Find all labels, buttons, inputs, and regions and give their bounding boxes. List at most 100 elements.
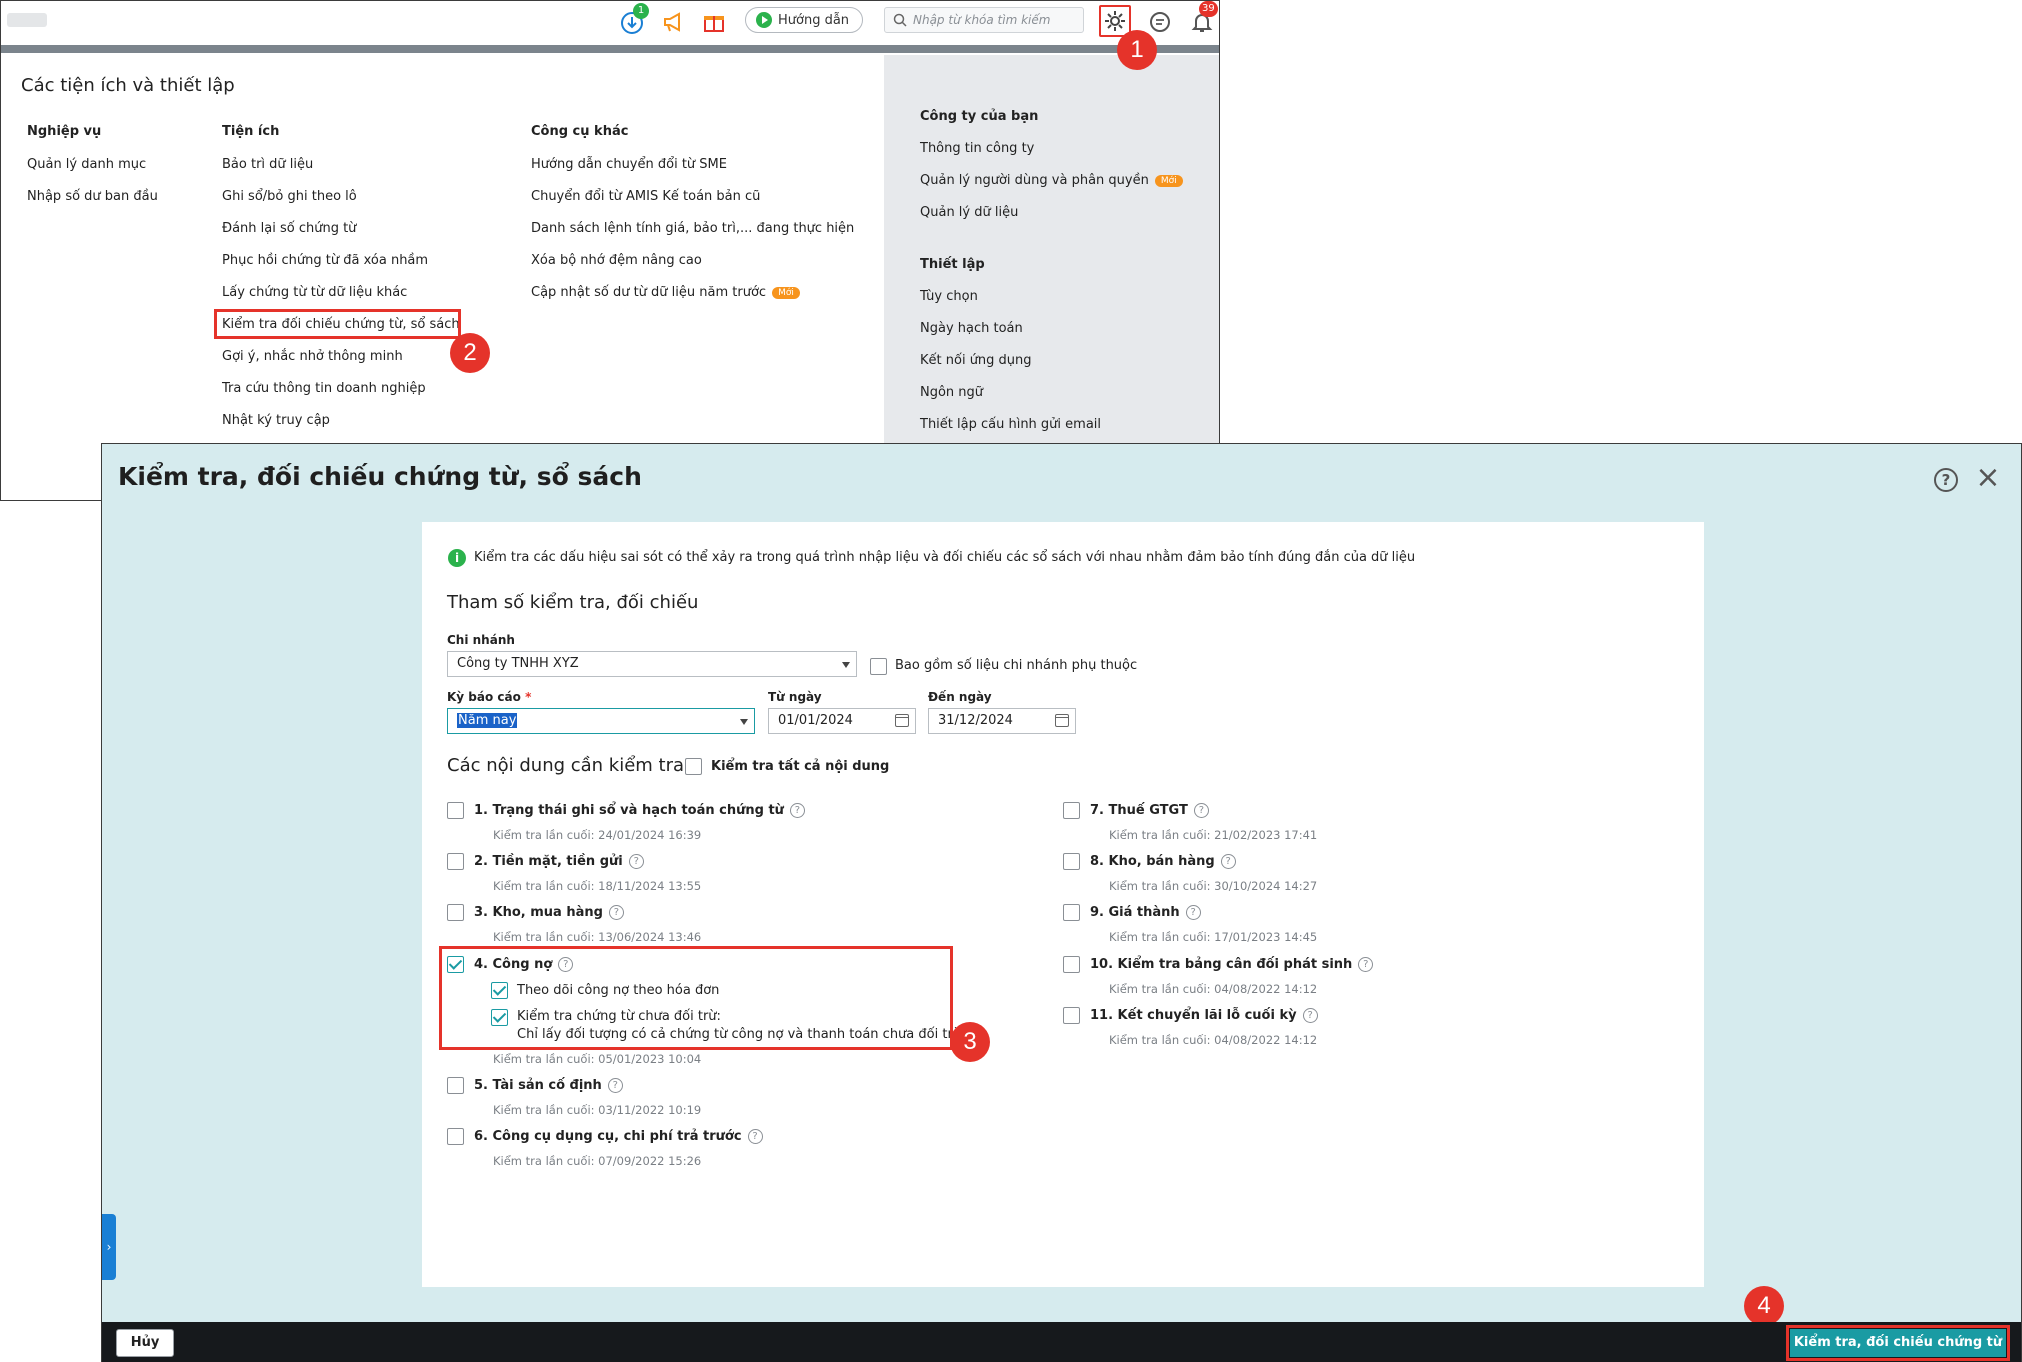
step-badge-2: 2 bbox=[450, 333, 490, 373]
calendar-icon[interactable] bbox=[1055, 714, 1069, 727]
item-checkbox-3[interactable] bbox=[447, 904, 464, 921]
from-date-input[interactable]: 01/01/2024 bbox=[768, 708, 916, 734]
column-heading-nghiep-vu: Nghiệp vụ bbox=[27, 124, 102, 139]
item-label-8: 8. Kho, bán hàng? bbox=[1090, 854, 1236, 869]
to-date-input[interactable]: 31/12/2024 bbox=[928, 708, 1076, 734]
item-label-1: 1. Trạng thái ghi sổ và hạch toán chứng … bbox=[474, 803, 805, 818]
notification-badge: 39 bbox=[1199, 1, 1218, 17]
check-reconcile-button[interactable]: Kiểm tra, đối chiếu chứng từ bbox=[1786, 1325, 2010, 1361]
item-checkbox-1[interactable] bbox=[447, 802, 464, 819]
item-label-10: 10. Kiểm tra bảng cân đối phát sinh? bbox=[1090, 957, 1374, 972]
menu-item[interactable]: Kết nối ứng dụng bbox=[920, 353, 1032, 368]
item-label-2: 2. Tiền mặt, tiền gửi? bbox=[474, 854, 644, 869]
last-check-6: Kiểm tra lần cuối: 07/09/2022 15:26 bbox=[493, 1154, 702, 1168]
item-label-5: 5. Tài sản cố định? bbox=[474, 1078, 623, 1093]
dialog-content: i Kiểm tra các dấu hiệu sai sót có thể x… bbox=[422, 522, 1704, 1287]
content-heading: Các nội dung cần kiểm tra bbox=[447, 755, 685, 776]
panel-title: Các tiện ích và thiết lập bbox=[21, 75, 235, 96]
app-logo bbox=[7, 13, 47, 27]
menu-item[interactable]: Ghi sổ/bỏ ghi theo lô bbox=[222, 189, 357, 204]
menu-item[interactable]: Quản lý danh mục bbox=[27, 157, 146, 172]
menu-item[interactable]: Cập nhật số dư từ dữ liệu năm trước Mới bbox=[531, 285, 800, 300]
calendar-icon[interactable] bbox=[895, 714, 909, 727]
settings-menu-window: 1 Hướng dẫn Nhập từ khóa tìm kiếm 39 Các… bbox=[0, 0, 1220, 501]
new-badge: Mới bbox=[772, 286, 800, 299]
item-checkbox-8[interactable] bbox=[1063, 853, 1080, 870]
help-icon[interactable]: ? bbox=[1193, 803, 1209, 818]
menu-item[interactable]: Ngôn ngữ bbox=[920, 385, 983, 400]
gear-icon bbox=[1105, 11, 1125, 31]
menu-item[interactable]: Danh sách lệnh tính giá, bảo trì,... đan… bbox=[531, 221, 854, 236]
period-value: Năm nay bbox=[457, 713, 518, 728]
menu-item[interactable]: Bảo trì dữ liệu bbox=[222, 157, 313, 172]
top-toolbar: 1 Hướng dẫn Nhập từ khóa tìm kiếm 39 bbox=[1, 1, 1219, 45]
item-checkbox-6[interactable] bbox=[447, 1128, 464, 1145]
item-checkbox-10[interactable] bbox=[1063, 956, 1080, 973]
item-checkbox-7[interactable] bbox=[1063, 802, 1080, 819]
help-icon[interactable]: ? bbox=[1358, 957, 1374, 972]
menu-item[interactable]: Tùy chọn bbox=[920, 289, 978, 304]
branch-select[interactable]: Công ty TNHH XYZ bbox=[447, 651, 857, 677]
search-input[interactable]: Nhập từ khóa tìm kiếm bbox=[884, 7, 1084, 33]
menu-item[interactable]: Thông tin công ty bbox=[920, 141, 1034, 156]
step-badge-4: 4 bbox=[1744, 1286, 1784, 1326]
menu-item[interactable]: Hướng dẫn chuyển đổi từ SME bbox=[531, 157, 727, 172]
branch-label: Chi nhánh bbox=[447, 633, 515, 647]
menu-item-label: Cập nhật số dư từ dữ liệu năm trước bbox=[531, 285, 767, 300]
menu-item[interactable]: Quản lý người dùng và phân quyền Mới bbox=[920, 173, 1183, 188]
side-expand-tab[interactable]: › bbox=[102, 1214, 116, 1280]
period-label: Kỳ báo cáo * bbox=[447, 690, 532, 704]
help-icon[interactable]: ? bbox=[628, 854, 644, 869]
download-badge: 1 bbox=[633, 3, 649, 19]
menu-item[interactable]: Xóa bộ nhớ đệm nâng cao bbox=[531, 253, 702, 268]
cancel-button[interactable]: Hủy bbox=[116, 1329, 174, 1357]
menu-item[interactable]: Nhật ký truy cập bbox=[222, 413, 330, 428]
item-checkbox-5[interactable] bbox=[447, 1077, 464, 1094]
info-icon: i bbox=[448, 549, 466, 567]
megaphone-icon[interactable] bbox=[661, 9, 687, 35]
menu-item[interactable]: Đánh lại số chứng từ bbox=[222, 221, 356, 236]
menu-item[interactable]: Ngày hạch toán bbox=[920, 321, 1023, 336]
item-label-7: 7. Thuế GTGT? bbox=[1090, 803, 1209, 818]
highlight-box-step-2 bbox=[214, 309, 461, 339]
download-icon[interactable]: 1 bbox=[619, 3, 649, 35]
guide-button[interactable]: Hướng dẫn bbox=[745, 7, 863, 33]
chevron-down-icon bbox=[740, 719, 748, 725]
to-date-label: Đến ngày bbox=[928, 690, 992, 704]
bell-icon[interactable]: 39 bbox=[1189, 1, 1218, 35]
item-checkbox-2[interactable] bbox=[447, 853, 464, 870]
params-heading: Tham số kiểm tra, đối chiếu bbox=[447, 592, 699, 613]
step-badge-1: 1 bbox=[1117, 30, 1157, 70]
help-icon[interactable]: ? bbox=[607, 1078, 623, 1093]
menu-item[interactable]: Thiết lập cấu hình gửi email bbox=[920, 417, 1101, 432]
help-icon[interactable]: ? bbox=[608, 905, 624, 920]
menu-item[interactable]: Nhập số dư ban đầu bbox=[27, 189, 158, 204]
help-icon[interactable]: ? bbox=[1302, 1008, 1318, 1023]
include-sub-branch-label: Bao gồm số liệu chi nhánh phụ thuộc bbox=[895, 658, 1138, 673]
search-icon bbox=[893, 13, 907, 27]
last-check-8: Kiểm tra lần cuối: 30/10/2024 14:27 bbox=[1109, 879, 1318, 893]
menu-item[interactable]: Quản lý dữ liệu bbox=[920, 205, 1018, 220]
menu-item[interactable]: Gợi ý, nhắc nhở thông minh bbox=[222, 349, 403, 364]
close-icon[interactable]: × bbox=[1974, 463, 2002, 493]
menu-item[interactable]: Lấy chứng từ từ dữ liệu khác bbox=[222, 285, 407, 300]
new-badge: Mới bbox=[1154, 174, 1183, 187]
menu-item[interactable]: Phục hồi chứng từ đã xóa nhầm bbox=[222, 253, 428, 268]
menu-item[interactable]: Tra cứu thông tin doanh nghiệp bbox=[222, 381, 426, 396]
help-icon[interactable]: ? bbox=[747, 1129, 763, 1144]
help-icon[interactable]: ? bbox=[789, 803, 805, 818]
item-label-3: 3. Kho, mua hàng? bbox=[474, 905, 624, 920]
settings-right-column: Công ty của bạn Thông tin công ty Quản l… bbox=[884, 55, 1219, 500]
menu-item[interactable]: Chuyển đổi từ AMIS Kế toán bản cũ bbox=[531, 189, 760, 204]
item-checkbox-9[interactable] bbox=[1063, 904, 1080, 921]
include-sub-branch-checkbox[interactable] bbox=[870, 658, 887, 675]
gift-icon[interactable] bbox=[701, 9, 727, 35]
check-all-checkbox[interactable] bbox=[685, 758, 702, 775]
chat-icon[interactable] bbox=[1147, 9, 1173, 35]
item-checkbox-11[interactable] bbox=[1063, 1007, 1080, 1024]
help-icon[interactable]: ? bbox=[1934, 468, 1958, 492]
period-select[interactable]: Năm nay bbox=[447, 708, 755, 734]
step-badge-3: 3 bbox=[950, 1022, 990, 1062]
help-icon[interactable]: ? bbox=[1220, 854, 1236, 869]
help-icon[interactable]: ? bbox=[1185, 905, 1201, 920]
